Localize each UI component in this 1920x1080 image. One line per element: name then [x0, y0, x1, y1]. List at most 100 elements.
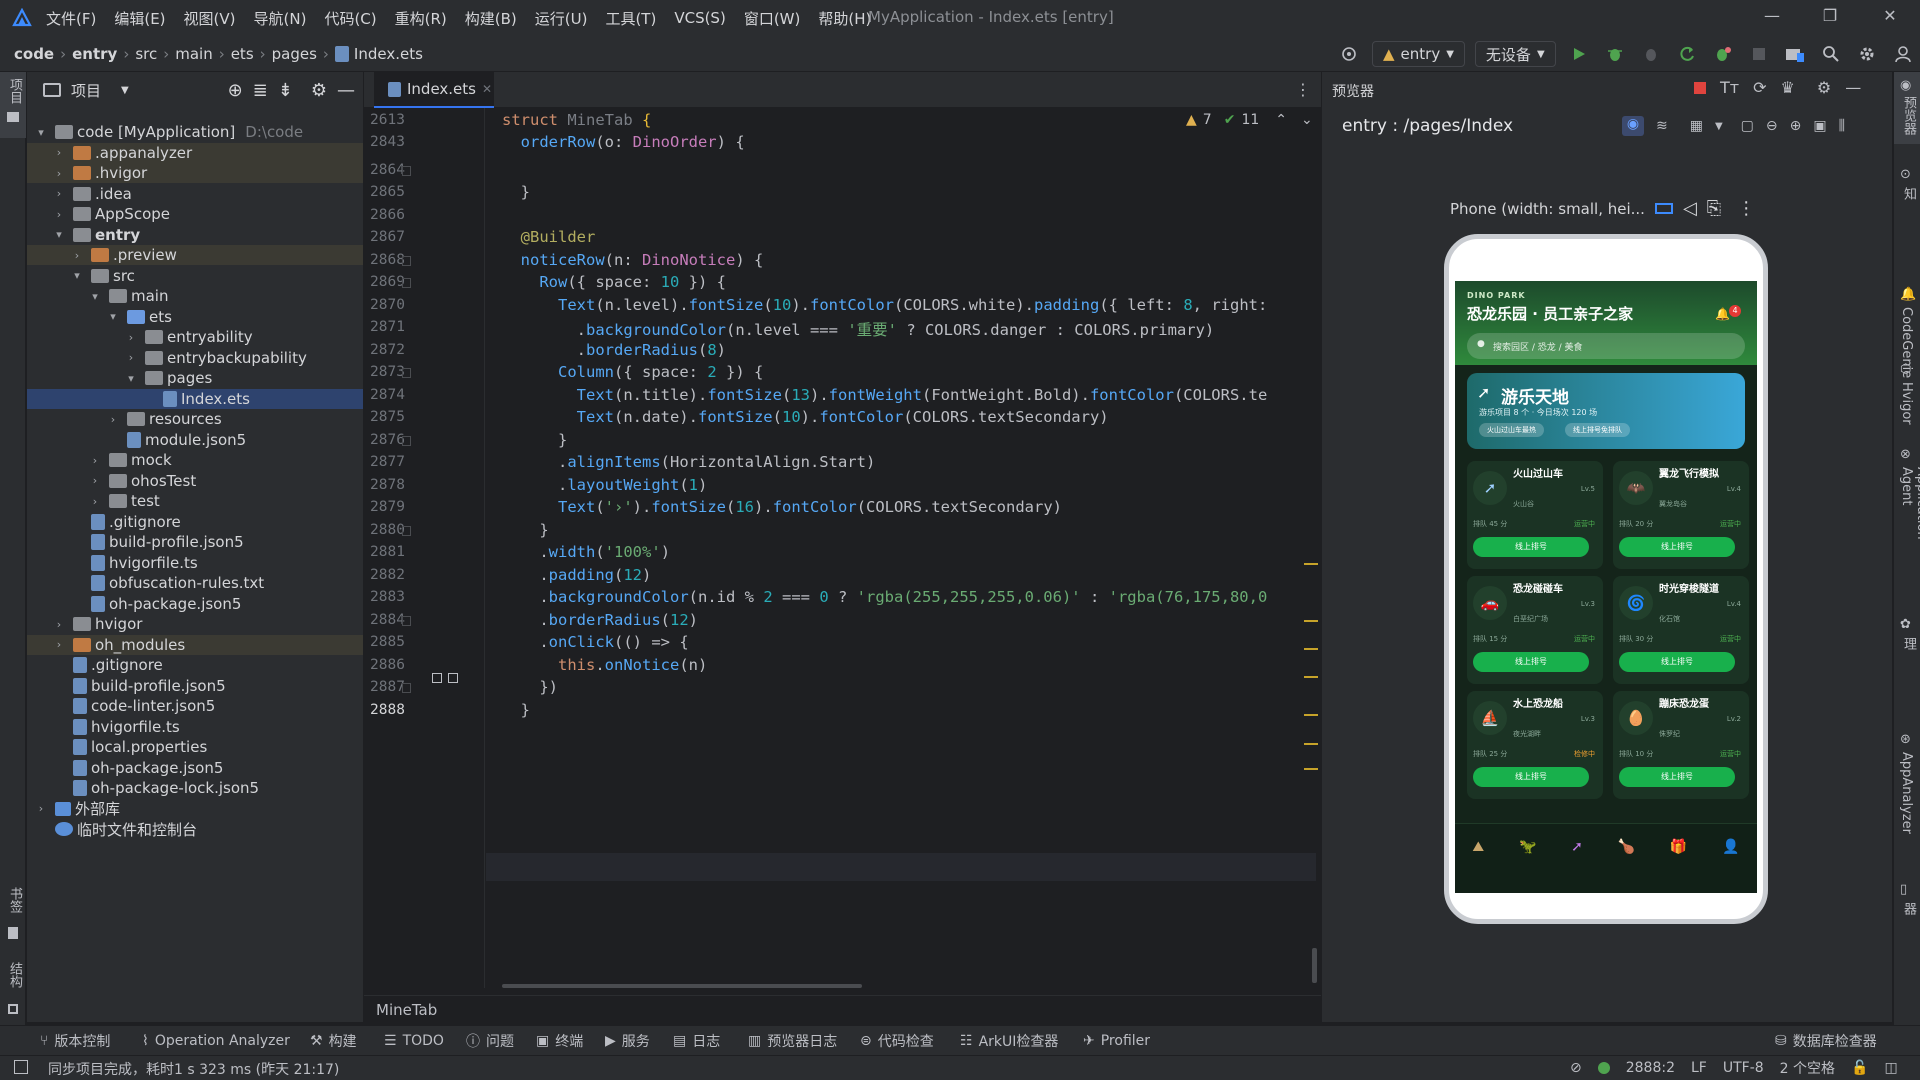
tree-node[interactable]: ▾ pages	[27, 368, 363, 388]
more-icon[interactable]: ⋮	[1737, 198, 1755, 219]
account-icon[interactable]	[1890, 41, 1916, 67]
chevron-right-icon[interactable]: ›	[69, 249, 85, 262]
tree-node[interactable]: hvigorfile.ts	[27, 717, 363, 737]
menu-item[interactable]: 视图(V)	[184, 8, 236, 29]
tree-node[interactable]: ▾ code [MyApplication] D:\code	[27, 122, 363, 142]
gear-icon[interactable]: ⚙	[1817, 78, 1831, 97]
vertical-scrollbar[interactable]	[1312, 948, 1317, 983]
chevron-right-icon[interactable]: ›	[51, 618, 67, 631]
tree-node[interactable]: oh-package.json5	[27, 758, 363, 778]
chevron-down-icon[interactable]: ▾	[87, 290, 103, 303]
nav-mine-icon[interactable]: 👤	[1722, 839, 1739, 855]
tree-node[interactable]: build-profile.json5	[27, 676, 363, 696]
tree-node[interactable]: ▾ entry	[27, 225, 363, 245]
queue-button[interactable]: 线上排号	[1619, 537, 1735, 557]
warning-stripe-mark[interactable]	[1304, 743, 1318, 745]
refresh-icon[interactable]: ⟳	[1753, 78, 1766, 97]
project-view-select[interactable]: 项目	[71, 80, 101, 101]
chevron-right-icon[interactable]: ›	[87, 454, 103, 467]
code-line[interactable]: Row({ space: 10 }) {	[502, 273, 726, 291]
tree-node[interactable]: module.json5	[27, 430, 363, 450]
ride-card[interactable]: 🦇 翼龙飞行模拟 翼龙岛谷 Lv.4 排队 20 分 运营中 线上排号	[1613, 461, 1749, 569]
crumb-entry[interactable]: entry	[72, 45, 117, 63]
tree-node[interactable]: ▾ ets	[27, 307, 363, 327]
tool-window-button[interactable]: ▤ 日志	[673, 1026, 720, 1056]
warning-stripe-mark[interactable]	[1304, 714, 1318, 716]
code-line[interactable]: }	[502, 701, 530, 719]
tool-window-button[interactable]: ☰ TODO	[384, 1026, 444, 1056]
crumb-src[interactable]: src	[135, 45, 157, 63]
horizontal-scrollbar[interactable]	[502, 984, 862, 988]
queue-button[interactable]: 线上排号	[1473, 537, 1589, 557]
chevron-down-icon[interactable]: ▼	[1715, 121, 1723, 132]
code-line[interactable]: orderRow(o: DinoOrder) {	[502, 133, 745, 151]
tree-node[interactable]: ▾ src	[27, 266, 363, 286]
fold-marker-icon[interactable]	[402, 683, 411, 693]
grid-icon[interactable]: ▦	[1690, 118, 1703, 134]
locate-icon[interactable]: ⊕	[228, 80, 243, 101]
status-dot-icon[interactable]	[1597, 1062, 1610, 1074]
warning-stripe-mark[interactable]	[1304, 563, 1318, 565]
code-line[interactable]: .backgroundColor(n.level === '重要' ? COLO…	[502, 318, 1215, 340]
menu-item[interactable]: 重构(R)	[395, 8, 447, 29]
chevron-right-icon[interactable]: ›	[33, 802, 49, 815]
nav-shop-icon[interactable]: 🎁	[1670, 839, 1687, 855]
crumb-file[interactable]: Index.ets	[354, 45, 423, 63]
stop-icon[interactable]	[1746, 41, 1772, 67]
queue-button[interactable]: 线上排号	[1619, 767, 1735, 787]
layers-icon[interactable]: ≋	[1656, 118, 1668, 134]
bookmarks-tool-button[interactable]: 书签	[0, 887, 26, 957]
tree-node[interactable]: .gitignore	[27, 512, 363, 532]
run-config-select[interactable]: ▲ entry ▼	[1372, 41, 1465, 67]
nav-ride-icon[interactable]: ➚	[1571, 839, 1583, 855]
chevron-down-icon[interactable]: ▾	[123, 372, 139, 385]
tree-node[interactable]: › test	[27, 491, 363, 511]
chevron-right-icon[interactable]: ›	[51, 638, 67, 651]
warning-stripe-mark[interactable]	[1304, 676, 1318, 678]
tree-node[interactable]: › .appanalyzer	[27, 142, 363, 163]
fold-marker-icon[interactable]	[402, 278, 411, 288]
code-line[interactable]: struct MineTab {	[502, 111, 651, 129]
chevron-down-icon[interactable]: ▾	[33, 126, 49, 139]
tool-window-button[interactable]: ⚒ 构建	[310, 1026, 357, 1056]
tool-window-button[interactable]: ▶ 服务	[605, 1026, 650, 1056]
chevron-right-icon[interactable]: ›	[51, 208, 67, 221]
tree-node[interactable]: › resources	[27, 409, 363, 429]
notifications-icon[interactable]: ◫	[1884, 1060, 1897, 1076]
indent-setting[interactable]: 2 个空格	[1780, 1058, 1835, 1078]
search-bar[interactable]: ● 搜索园区 / 恐龙 / 美食	[1467, 333, 1745, 359]
crumb-main[interactable]: main	[175, 45, 212, 63]
next-highlight-icon[interactable]: ⌄	[1301, 112, 1313, 128]
fold-marker-icon[interactable]	[402, 616, 411, 626]
apply-changes-icon[interactable]	[1674, 41, 1700, 67]
tree-node[interactable]: › mock	[27, 450, 363, 470]
fold-marker-icon[interactable]	[402, 256, 411, 266]
tree-node[interactable]: oh-package-lock.json5	[27, 778, 363, 798]
chevron-right-icon[interactable]: ›	[105, 413, 121, 426]
tree-node[interactable]: › entryability	[27, 327, 363, 347]
tree-node[interactable]: hvigorfile.ts	[27, 553, 363, 573]
crumb-code[interactable]: code	[14, 45, 54, 63]
close-window-button[interactable]: ✕	[1878, 6, 1902, 30]
code-line[interactable]: }	[502, 431, 567, 449]
tool-window-button[interactable]: ⌇ Operation Analyzer	[142, 1026, 290, 1056]
tool-window-button[interactable]: ⑂ 版本控制	[40, 1026, 110, 1056]
tree-node[interactable]: oh-package.json5	[27, 594, 363, 614]
tool-window-button[interactable]: ✈ Profiler	[1083, 1026, 1150, 1056]
profile-icon[interactable]	[1710, 41, 1736, 67]
trophy-icon[interactable]: ♛	[1781, 78, 1795, 97]
no-inspection-icon[interactable]: ⊘	[1570, 1060, 1582, 1076]
code-line[interactable]: }	[502, 183, 530, 201]
code-line[interactable]: Text(n.title).fontSize(13).fontWeight(Fo…	[502, 386, 1268, 404]
queue-button[interactable]: 线上排号	[1619, 652, 1735, 672]
tree-node[interactable]: › 外部库	[27, 799, 363, 819]
code-line[interactable]: .padding(12)	[502, 566, 651, 584]
chip-queue[interactable]: 线上排号免排队	[1565, 423, 1630, 437]
code-line[interactable]: .width('100%')	[502, 543, 670, 561]
menu-item[interactable]: 文件(F)	[46, 8, 96, 29]
status-message[interactable]: 同步项目完成，耗时1 s 323 ms (昨天 21:17)	[48, 1059, 339, 1079]
tree-node[interactable]: local.properties	[27, 737, 363, 757]
zoom-in-icon[interactable]: ⊕	[1790, 118, 1802, 134]
line-separator[interactable]: LF	[1691, 1060, 1707, 1076]
rotate-icon[interactable]: ⎘	[1707, 198, 1721, 219]
